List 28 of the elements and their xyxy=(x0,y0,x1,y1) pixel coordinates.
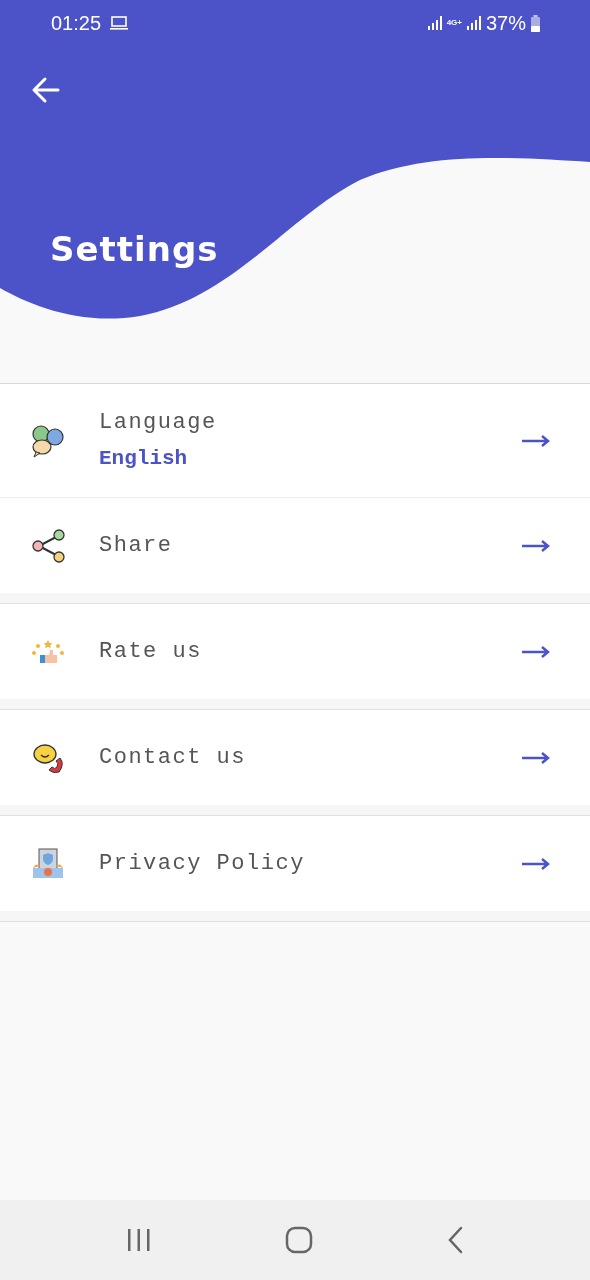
recent-apps-button[interactable] xyxy=(126,1228,153,1252)
item-value: English xyxy=(99,446,188,473)
settings-item[interactable]: Share xyxy=(0,498,590,593)
arrow-right-icon xyxy=(522,434,550,447)
item-label: Language xyxy=(99,409,217,438)
battery-icon xyxy=(531,14,540,32)
signal-icon xyxy=(466,16,481,30)
arrow-right-icon xyxy=(522,751,550,764)
battery-percent: 37% xyxy=(485,11,526,36)
item-label: Share xyxy=(99,532,173,560)
signal-icon xyxy=(427,16,442,30)
item-label: Contact us xyxy=(99,744,247,772)
home-button[interactable] xyxy=(285,1226,313,1254)
item-label: Rate us xyxy=(99,638,202,666)
page-title: Settings xyxy=(50,228,219,271)
share-network-icon xyxy=(30,527,66,564)
laptop-icon xyxy=(109,16,130,30)
status-time: 01:25 xyxy=(51,11,102,36)
arrow-right-icon xyxy=(522,857,550,870)
settings-item[interactable]: Language English xyxy=(0,384,590,498)
item-label: Privacy Policy xyxy=(99,850,305,878)
arrow-right-icon xyxy=(522,539,550,552)
chat-bubbles-icon xyxy=(30,422,66,459)
network-type: 4G+ xyxy=(446,19,462,27)
settings-item[interactable]: Rate us xyxy=(0,604,590,699)
settings-item[interactable]: Contact us xyxy=(0,710,590,805)
settings-item[interactable]: Privacy Policy xyxy=(0,816,590,911)
arrow-right-icon xyxy=(522,645,550,658)
